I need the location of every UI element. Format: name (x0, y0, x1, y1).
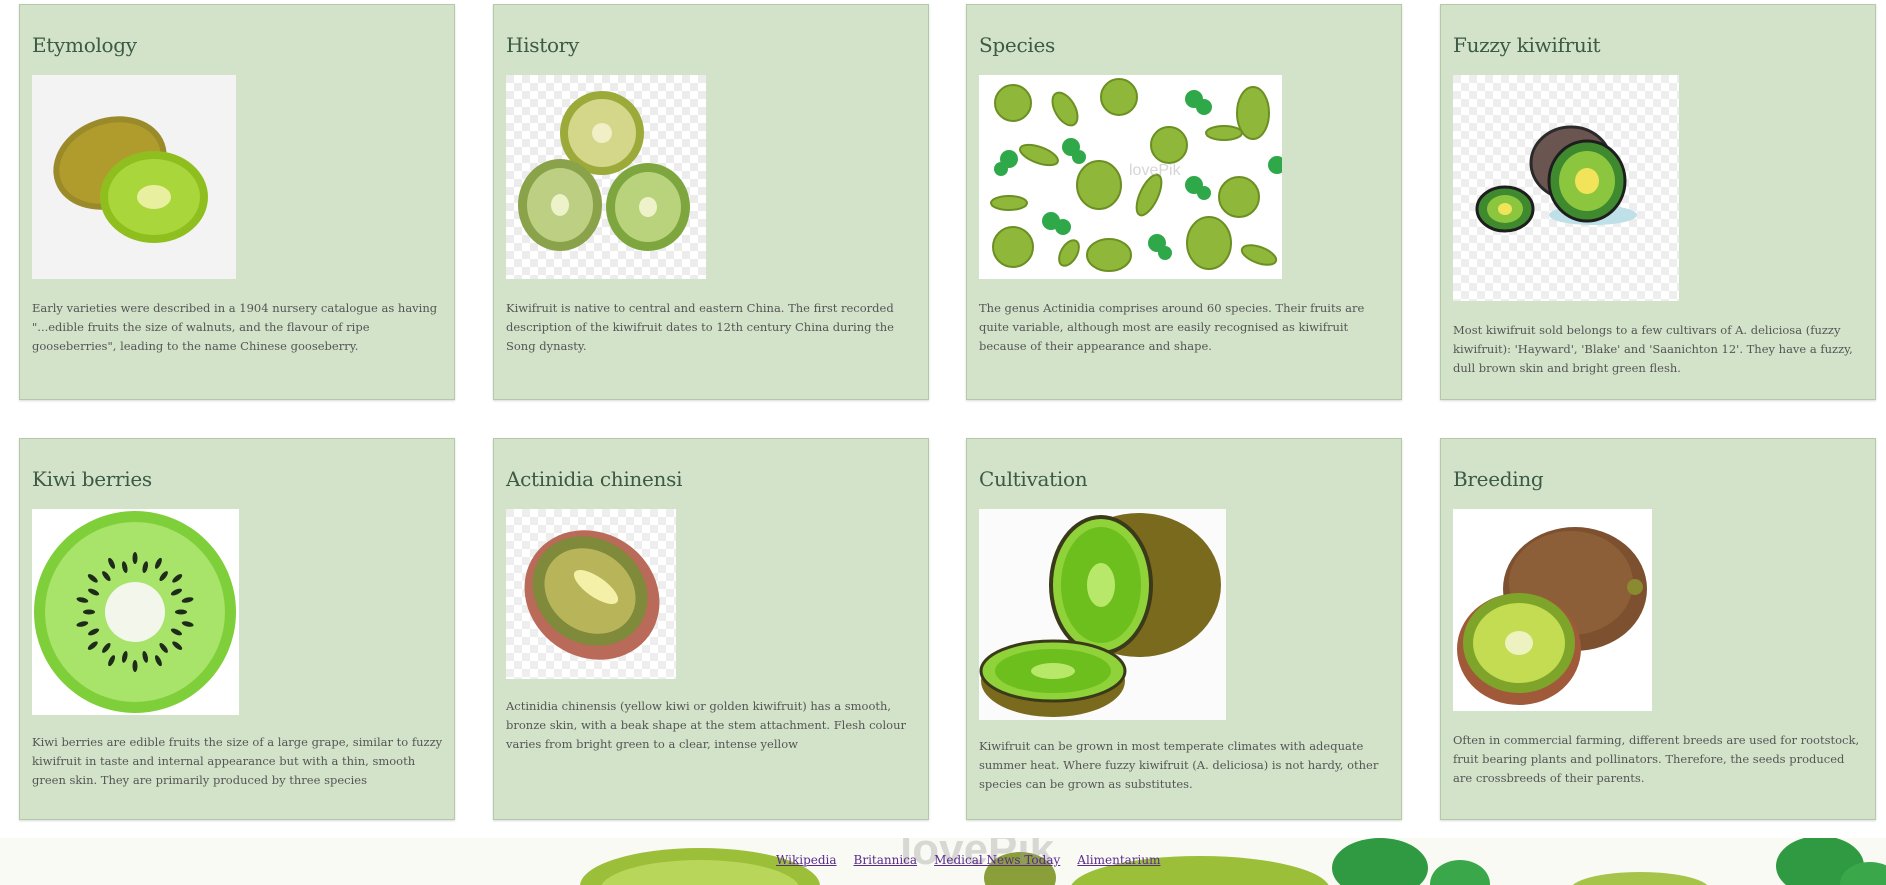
svg-text:lovePik: lovePik (1129, 162, 1182, 179)
cartoon-kiwi-cut-image (979, 509, 1226, 720)
card-title: Species (979, 33, 1055, 57)
card-title: Cultivation (979, 467, 1088, 491)
golden-kiwi-image (506, 509, 676, 679)
link-alimentarium[interactable]: Alimentarium (1077, 853, 1160, 867)
card-cultivation: Cultivation Kiwifruit can be grown in mo… (966, 438, 1402, 820)
kiwi-pattern-image: lovePik (979, 75, 1286, 279)
link-medical-news-today[interactable]: Medical News Today (934, 853, 1060, 867)
card-etymology: Etymology Early varieties were described… (19, 4, 455, 400)
cartoon-kiwi-image (1453, 75, 1679, 301)
card-text: Often in commercial farming, different b… (1453, 733, 1860, 785)
link-wikipedia[interactable]: Wikipedia (776, 853, 837, 867)
card-text: Actinidia chinensis (yellow kiwi or gold… (506, 699, 906, 751)
card-kiwi-berries: Kiwi berries Kiwi berries are edible fru… (19, 438, 455, 820)
watercolor-kiwi-image (1453, 509, 1652, 711)
card-text: Most kiwifruit sold belongs to a few cul… (1453, 323, 1853, 375)
card-species: Species lovePik The genus Actinidia comp… (966, 4, 1402, 400)
card-text: Kiwifruit is native to central and easte… (506, 301, 894, 353)
card-text: Early varieties were described in a 1904… (32, 301, 438, 353)
card-title: Fuzzy kiwifruit (1453, 33, 1601, 57)
card-title: Etymology (32, 33, 137, 57)
link-britannica[interactable]: Britannica (854, 853, 918, 867)
card-history: History Kiwifruit is native to central a… (493, 4, 929, 400)
card-breeding: Breeding Often in commercial farming, di… (1440, 438, 1876, 820)
card-title: History (506, 33, 579, 57)
kiwi-cross-section-image (32, 509, 239, 715)
kiwi-slices-image (506, 75, 706, 279)
card-title: Breeding (1453, 467, 1544, 491)
card-text: Kiwifruit can be grown in most temperate… (979, 739, 1379, 791)
card-text: The genus Actinidia comprises around 60 … (979, 301, 1365, 353)
card-actinidia-chinensi: Actinidia chinensi Actinidia chinensis (… (493, 438, 929, 820)
kiwi-whole-and-half-image (32, 75, 236, 279)
card-title: Actinidia chinensi (506, 467, 683, 491)
card-text: Kiwi berries are edible fruits the size … (32, 735, 443, 787)
footer: lovePik Wikipedia Britannica Medical New… (0, 838, 1886, 885)
footer-links: Wikipedia Britannica Medical News Today … (776, 853, 1161, 867)
card-fuzzy-kiwifruit: Fuzzy kiwifruit Most kiwifruit sold belo… (1440, 4, 1876, 400)
card-title: Kiwi berries (32, 467, 152, 491)
